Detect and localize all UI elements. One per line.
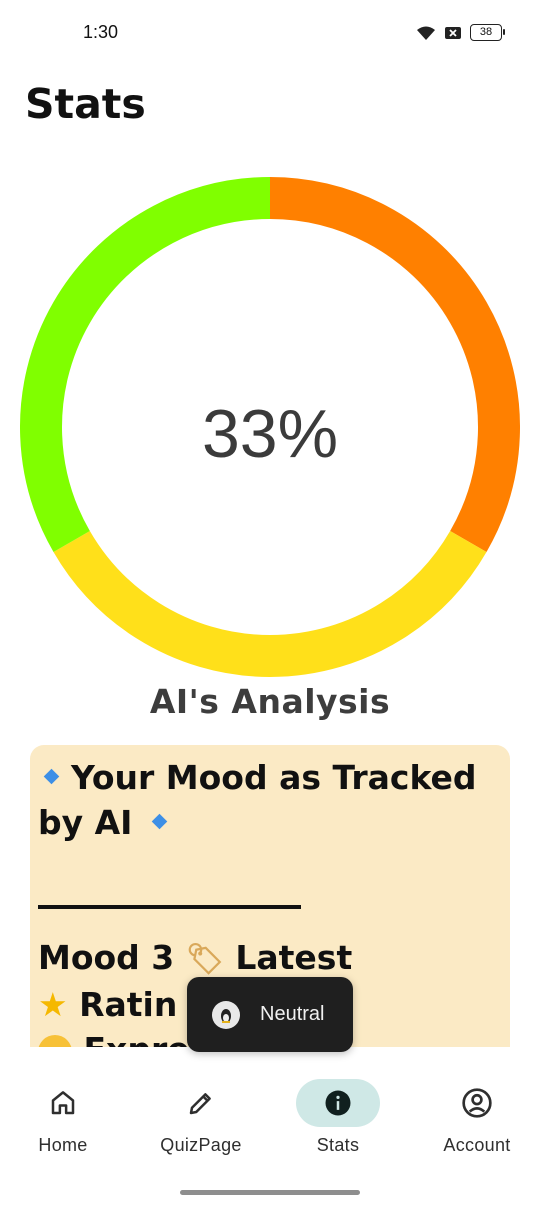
battery-icon: 38	[470, 24, 505, 41]
nav-label-stats: Stats	[316, 1135, 360, 1155]
nav-item-account[interactable]: Account	[417, 1079, 537, 1156]
smiley-icon	[38, 1034, 72, 1047]
gauge-segment-yellow	[53, 530, 487, 677]
card-heading: Your Mood as Tracked	[38, 755, 504, 800]
home-icon	[51, 1091, 75, 1115]
nav-label-home: Home	[38, 1135, 88, 1155]
no-sim-icon	[444, 25, 462, 41]
nav-icon-account-wrap	[435, 1079, 519, 1127]
nav-item-stats[interactable]: Stats	[278, 1079, 398, 1156]
account-icon	[462, 1088, 492, 1118]
gauge-segment-green	[20, 177, 271, 552]
nav-label-account: Account	[443, 1135, 511, 1155]
star-icon: ★	[38, 985, 68, 1024]
card-divider	[38, 905, 301, 909]
analysis-label: AI's Analysis	[149, 682, 391, 721]
card-heading-2: by AI	[38, 800, 504, 845]
blue-diamond-icon	[152, 813, 168, 830]
tag-icon: 🏷	[185, 942, 224, 977]
pencil-icon	[189, 1093, 211, 1115]
nav-item-quizpage[interactable]: QuizPage	[141, 1079, 261, 1156]
nav-icon-stats-wrap	[296, 1079, 380, 1127]
home-indicator[interactable]	[180, 1190, 360, 1195]
card-heading-line1: Your Mood as Tracked	[71, 758, 477, 797]
toast-text: Neutral	[260, 1003, 325, 1025]
gauge-segment-orange	[269, 177, 520, 552]
mood-gauge: 33%	[20, 175, 520, 680]
gauge-value: 33%	[201, 396, 339, 472]
nav-icon-home-wrap	[21, 1079, 105, 1127]
blue-diamond-icon	[43, 768, 60, 785]
mood-latest: Latest	[235, 938, 353, 977]
app-avatar-icon	[212, 1000, 240, 1029]
mood-number: Mood 3	[38, 938, 175, 977]
bottom-navigation: Home QuizPage Stats Account	[0, 1063, 540, 1173]
card-heading-line2: by AI	[38, 803, 133, 842]
expression-text: Expre	[84, 1030, 190, 1047]
toast: Neutral	[187, 977, 353, 1052]
page-title: Stats	[25, 80, 146, 128]
nav-item-home[interactable]: Home	[3, 1079, 123, 1156]
mood-line: Mood 3 🏷 Latest	[38, 935, 504, 982]
nav-icon-quiz-wrap	[159, 1079, 243, 1127]
status-time: 1:30	[83, 22, 119, 42]
status-bar: 1:30 38	[0, 0, 540, 70]
wifi-icon	[416, 25, 436, 41]
nav-label-quizpage: QuizPage	[160, 1135, 242, 1155]
rating-text: Ratin	[79, 985, 178, 1024]
status-icons: 38	[416, 24, 505, 41]
info-icon	[325, 1090, 351, 1116]
